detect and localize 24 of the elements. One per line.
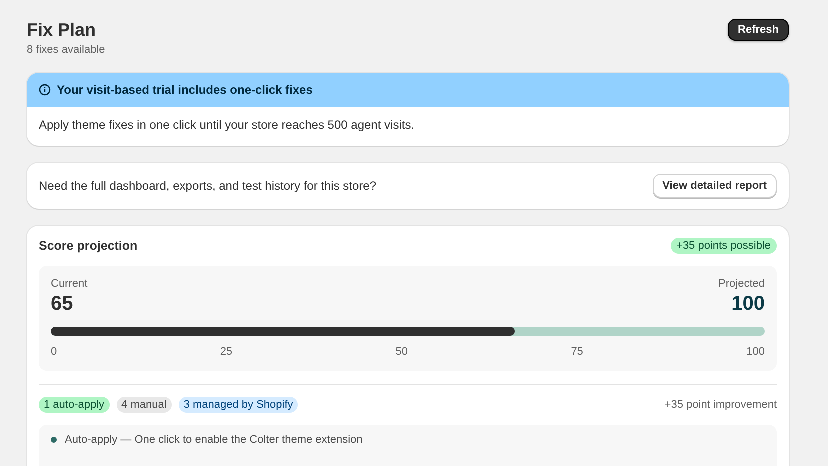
current-label: Current	[51, 278, 88, 290]
scale-label: 25	[220, 346, 233, 358]
view-report-button[interactable]: View detailed report	[652, 174, 777, 198]
projected-score: 100	[730, 293, 765, 316]
fix-type-tag: 1 auto-apply	[39, 397, 110, 413]
page-title: Fix Plan	[27, 20, 98, 41]
banner-title: Your visit-based trial includes one-click fixes	[57, 83, 313, 97]
report-prompt: Need the full dashboard, exports, and test history for this store?	[39, 179, 377, 193]
fix-type-tag: 3 managed by Shopify	[178, 397, 298, 413]
points-badge: +35 points possible	[670, 238, 777, 254]
fix-type-tag: 4 manual	[116, 397, 172, 413]
fixes-count: 8 fixes available	[27, 44, 106, 56]
banner-text: Apply theme fixes in one click until your store reaches 500 agent visits.	[38, 117, 416, 134]
scale-label: 75	[571, 346, 584, 358]
section-title: Score projection	[39, 239, 138, 253]
projected-label: Projected	[718, 278, 765, 290]
scale-label: 0	[51, 346, 58, 358]
fix-item: Auto-apply — One click to enable the Colter theme extension	[65, 434, 363, 446]
improvement-text: +35 point improvement	[664, 399, 777, 411]
info-icon	[39, 84, 51, 96]
scale-label: 50	[396, 346, 408, 358]
refresh-button[interactable]: Refresh	[728, 19, 789, 41]
current-score: 65	[51, 293, 74, 316]
scale-label: 100	[746, 346, 765, 358]
